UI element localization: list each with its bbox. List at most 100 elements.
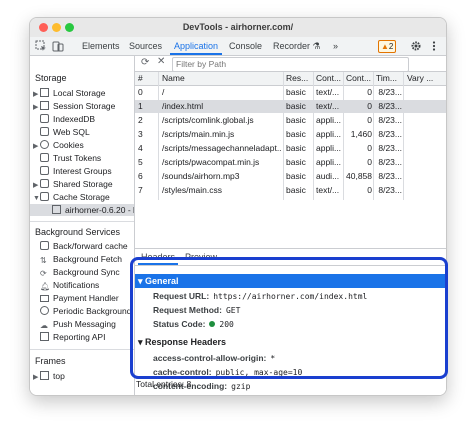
sidebar-item-cache-storage[interactable]: ▼ Cache Storage	[33, 191, 110, 203]
header-value: *	[270, 354, 276, 363]
table-cell: basic	[286, 171, 306, 181]
sidebar-item-notifications[interactable]: 🔔︎ Notifications	[40, 279, 99, 291]
table-cell: appli...	[316, 143, 342, 153]
table-cell: basic	[286, 87, 306, 97]
column-header[interactable]: Vary ...	[407, 72, 443, 85]
cookie-icon	[40, 140, 49, 149]
table-row[interactable]: 0 / basic text/... 0 8/23...	[135, 86, 446, 99]
sidebar-item-shared-storage[interactable]: ▶ Shared Storage	[33, 178, 113, 190]
sync-icon: ⟳	[40, 269, 47, 278]
warnings-badge[interactable]: ▲2	[378, 40, 397, 53]
sidebar-item-frame-top[interactable]: ▶ top	[33, 370, 65, 382]
column-divider	[403, 72, 404, 200]
sidebar-item-periodic-background[interactable]: Periodic Background	[40, 305, 131, 317]
table-cell: appli...	[316, 115, 342, 125]
table-cell: 8/23...	[378, 115, 402, 125]
devtools-window: DevTools - airhorner.com/ Elements Sourc…	[29, 17, 447, 396]
table-cell: 0	[367, 157, 372, 167]
table-cell: basic	[286, 115, 306, 125]
table-cell: basic	[286, 157, 306, 167]
sidebar-item-bfcache[interactable]: Back/forward cache	[40, 240, 128, 252]
table-cell	[407, 86, 443, 99]
gear-icon[interactable]	[410, 40, 422, 52]
sidebar-item-local-storage[interactable]: ▶ Local Storage	[33, 87, 105, 99]
tab-preview[interactable]: Preview	[185, 249, 217, 265]
column-header[interactable]: Cont...	[316, 72, 342, 85]
bell-icon: 🔔︎	[40, 282, 51, 291]
sidebar-item-label: Session Storage	[53, 101, 116, 111]
sidebar-item-cookies[interactable]: ▶ Cookies	[33, 139, 84, 151]
clock-icon	[40, 306, 49, 315]
sidebar-item-push-messaging[interactable]: ☁ Push Messaging	[40, 318, 116, 330]
sidebar-item-cache-entry[interactable]: airhorner-0.6.20 - ht	[52, 204, 134, 216]
table-row[interactable]: 4/scripts/messagechanneladapt... basic app…	[135, 142, 446, 155]
sidebar-item-reporting-api[interactable]: Reporting API	[40, 331, 105, 343]
storage-heading: Storage	[35, 73, 67, 83]
table-cell	[407, 142, 443, 155]
tab-elements[interactable]: Elements	[82, 37, 120, 55]
table-cell: 0	[367, 115, 372, 125]
device-toolbar-icon[interactable]	[52, 40, 64, 52]
column-header[interactable]: Name	[162, 72, 282, 85]
sidebar-item-trust-tokens[interactable]: Trust Tokens	[40, 152, 101, 164]
tab-console[interactable]: Console	[229, 37, 262, 55]
inspect-element-icon[interactable]	[35, 40, 47, 52]
close-icon[interactable]: ✕	[157, 56, 165, 67]
sidebar-item-web-sql[interactable]: Web SQL	[40, 126, 90, 138]
table-cell: 8/23...	[378, 185, 402, 195]
more-tabs-button[interactable]: »	[333, 37, 338, 55]
table-cell: 0	[138, 87, 143, 97]
table-row[interactable]: 3/scripts/main.min.js basic appli... 1,460 8…	[135, 128, 446, 141]
table-cell: 8/23...	[378, 171, 402, 181]
table-row[interactable]: 2/scripts/comlink.global.js basic appli...…	[135, 114, 446, 127]
column-header[interactable]: Cont...	[346, 72, 372, 85]
sidebar-item-label: Push Messaging	[53, 319, 116, 329]
window-title: DevTools - airhorner.com/	[182, 22, 294, 32]
sidebar-item-background-sync[interactable]: ⟳ Background Sync	[40, 266, 120, 278]
sidebar-item-background-fetch[interactable]: ⇅ Background Fetch	[40, 253, 122, 265]
sidebar-item-payment-handler[interactable]: Payment Handler	[40, 292, 119, 304]
header-value: gzip	[231, 382, 251, 391]
table-cell: /scripts/pwacompat.min.js	[162, 157, 260, 167]
tab-sources[interactable]: Sources	[129, 37, 162, 55]
table-row[interactable]: 1/index.html basic text/... 0 8/23...	[135, 100, 446, 113]
warning-icon: ▲	[381, 42, 389, 51]
table-cell: 6	[138, 171, 143, 181]
refresh-icon[interactable]: ⟳	[141, 57, 149, 68]
table-row[interactable]: 5/scripts/pwacompat.min.js basic appli... 0…	[135, 156, 446, 169]
column-header[interactable]: #	[138, 72, 158, 85]
database-icon	[40, 114, 49, 123]
table-cell: text/...	[316, 101, 340, 111]
frames-heading: Frames	[35, 356, 66, 366]
header-key: access-control-allow-origin:	[153, 353, 267, 363]
column-header[interactable]: Res...	[286, 72, 310, 85]
status-ok-icon	[209, 321, 216, 327]
table-row[interactable]: 6/sounds/airhorn.mp3 basic audi... 40,858 8/…	[135, 170, 446, 183]
column-divider	[313, 72, 314, 200]
filter-bar: ⟳ ✕	[135, 56, 446, 72]
tab-headers[interactable]: Headers	[137, 249, 179, 265]
sidebar-item-indexeddb[interactable]: IndexedDB	[40, 113, 95, 125]
table-cell: text/...	[316, 185, 340, 195]
table-icon	[52, 205, 61, 214]
sidebar-item-session-storage[interactable]: ▶ Session Storage	[33, 100, 115, 112]
sidebar-item-label: Background Sync	[53, 267, 120, 277]
table-cell: appli...	[316, 129, 342, 139]
table-cell: basic	[286, 129, 306, 139]
table-cell: 1	[138, 101, 143, 111]
database-icon	[40, 179, 49, 188]
sidebar-item-label: Periodic Background	[53, 306, 132, 316]
response-headers-section-header[interactable]: ▾ Response Headers	[135, 335, 446, 349]
general-section-header[interactable]: ▾ General	[135, 274, 446, 288]
sidebar-item-interest-groups[interactable]: Interest Groups	[40, 165, 112, 177]
column-header[interactable]: Tim...	[376, 72, 402, 85]
tab-application[interactable]: Application	[169, 37, 223, 55]
table-cell: text/...	[316, 87, 340, 97]
table-cell: 8/23...	[378, 129, 402, 139]
tab-recorder[interactable]: Recorder ⚗	[273, 37, 321, 55]
sidebar-item-label: Web SQL	[53, 127, 90, 137]
table-row[interactable]: 7/styles/main.css basic text/... 0 8/23...	[135, 184, 446, 197]
more-options-icon[interactable]	[428, 40, 440, 52]
filter-input[interactable]	[172, 57, 409, 72]
sidebar-item-label: IndexedDB	[53, 114, 96, 124]
